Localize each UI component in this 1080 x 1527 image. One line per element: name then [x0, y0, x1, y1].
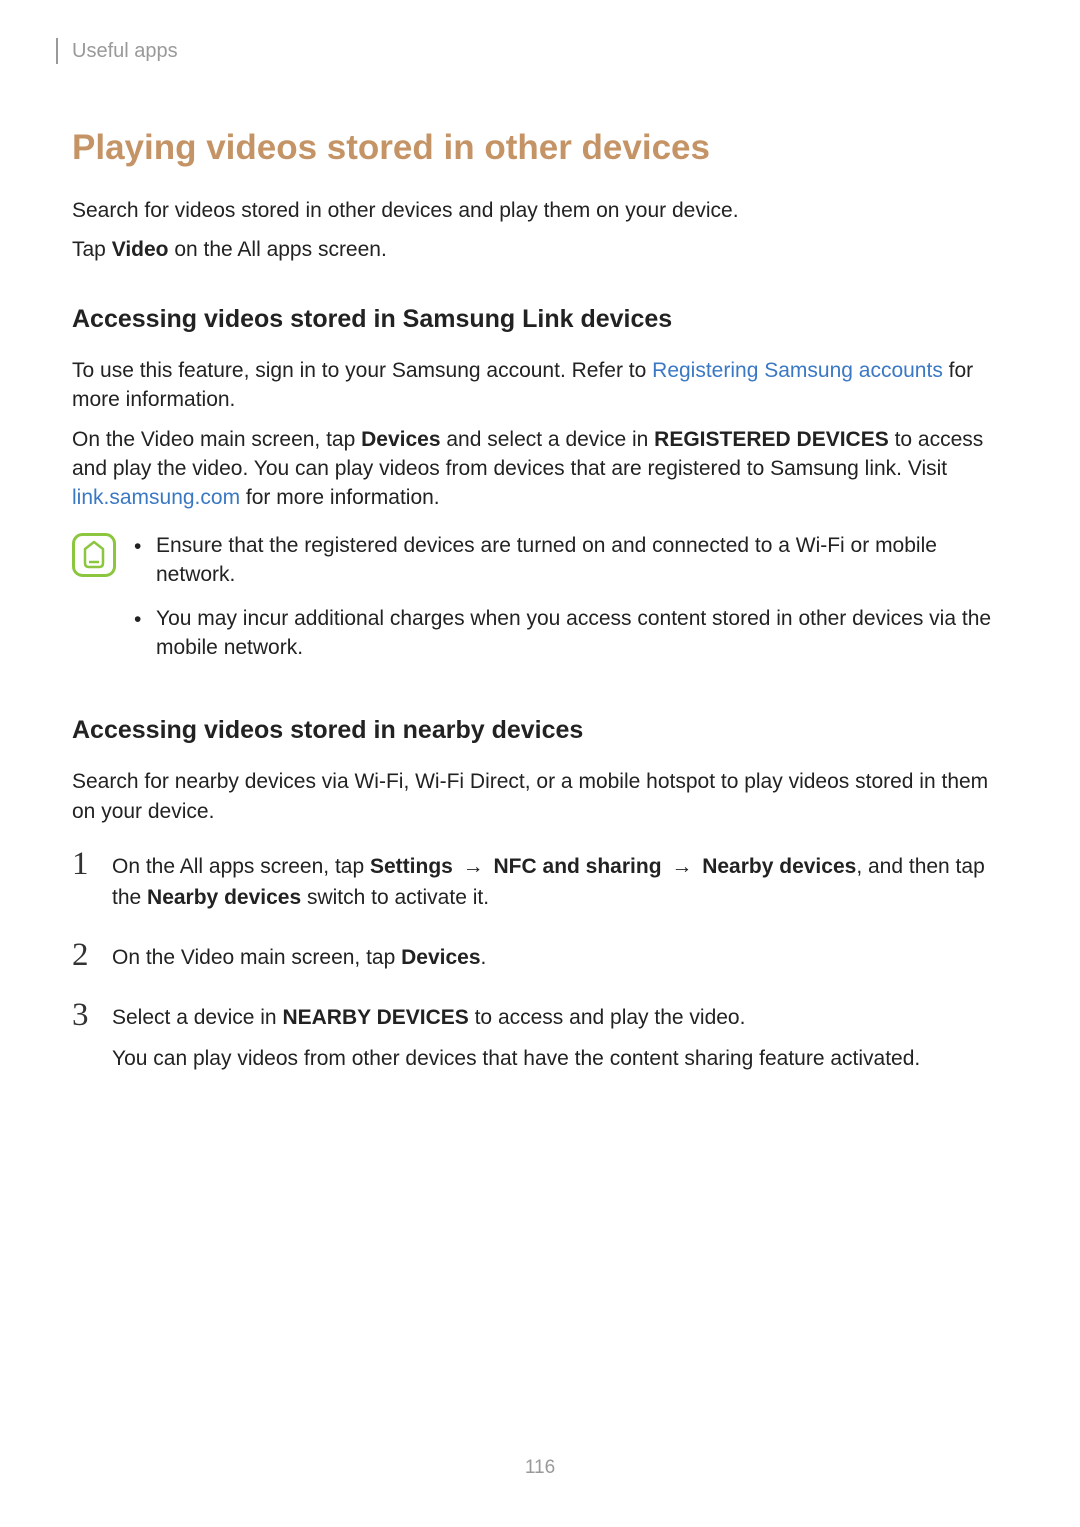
bullet-dot: •	[134, 604, 156, 634]
step-number: 3	[72, 999, 112, 1032]
bold-text: NFC and sharing	[494, 855, 662, 878]
bullet-item: • You may incur additional charges when …	[134, 604, 1008, 663]
sub2-intro: Search for nearby devices via Wi-Fi, Wi-…	[72, 767, 1008, 826]
text: Tap	[72, 238, 112, 261]
step-3: 3 Select a device in NEARBY DEVICES to a…	[72, 999, 1008, 1084]
sub1-paragraph-2: On the Video main screen, tap Devices an…	[72, 425, 1008, 513]
link-samsung-link[interactable]: link.samsung.com	[72, 486, 240, 509]
arrow-icon: →	[453, 855, 494, 878]
step-body: On the Video main screen, tap Devices.	[112, 939, 1008, 973]
sub1-paragraph-1: To use this feature, sign in to your Sam…	[72, 356, 1008, 415]
intro-paragraph-2: Tap Video on the All apps screen.	[72, 235, 1008, 264]
bullet-item: • Ensure that the registered devices are…	[134, 531, 1008, 590]
page-title: Playing videos stored in other devices	[72, 128, 1008, 168]
step-3-secondary: You can play videos from other devices t…	[112, 1044, 1008, 1074]
step-number: 2	[72, 939, 112, 972]
intro-paragraph-1: Search for videos stored in other device…	[72, 196, 1008, 225]
text: Select a device in	[112, 1006, 282, 1029]
text: To use this feature, sign in to your Sam…	[72, 359, 652, 382]
page-number: 116	[0, 1457, 1080, 1479]
bold-text: Devices	[401, 946, 480, 969]
text: on the All apps screen.	[169, 238, 387, 261]
bullet-text: Ensure that the registered devices are t…	[156, 531, 1008, 590]
text: for more information.	[240, 486, 440, 509]
subsection-heading-nearby: Accessing videos stored in nearby device…	[72, 716, 1008, 745]
step-body: Select a device in NEARBY DEVICES to acc…	[112, 999, 1008, 1084]
bold-text: Nearby devices	[702, 855, 856, 878]
arrow-icon: →	[662, 855, 703, 878]
note-icon	[72, 533, 116, 577]
text: On the Video main screen, tap	[112, 946, 401, 969]
text: On the Video main screen, tap	[72, 428, 361, 451]
text: and select a device in	[441, 428, 655, 451]
text: to access and play the video.	[469, 1006, 746, 1029]
text: switch to activate it.	[301, 886, 489, 909]
bold-text: Nearby devices	[147, 886, 301, 909]
numbered-list: 1 On the All apps screen, tap Settings →…	[72, 848, 1008, 1084]
bold-text: Settings	[370, 855, 453, 878]
text: .	[481, 946, 487, 969]
running-header: Useful apps	[56, 38, 1008, 64]
step-body: On the All apps screen, tap Settings → N…	[112, 848, 1008, 913]
bullet-text: You may incur additional charges when yo…	[156, 604, 1008, 663]
note-list: • Ensure that the registered devices are…	[134, 531, 1008, 677]
text: On the All apps screen, tap	[112, 855, 370, 878]
step-2: 2 On the Video main screen, tap Devices.	[72, 939, 1008, 973]
link-registering-accounts[interactable]: Registering Samsung accounts	[652, 359, 943, 382]
note-block: • Ensure that the registered devices are…	[72, 531, 1008, 677]
bold-text: Devices	[361, 428, 440, 451]
step-number: 1	[72, 848, 112, 881]
bold-text: REGISTERED DEVICES	[654, 428, 889, 451]
step-1: 1 On the All apps screen, tap Settings →…	[72, 848, 1008, 913]
bullet-dot: •	[134, 531, 156, 561]
running-header-text: Useful apps	[72, 40, 178, 63]
bold-text: NEARBY DEVICES	[282, 1006, 468, 1029]
subsection-heading-samsung-link: Accessing videos stored in Samsung Link …	[72, 305, 1008, 334]
bold-text: Video	[112, 238, 169, 261]
page-content: Useful apps Playing videos stored in oth…	[0, 0, 1080, 1084]
